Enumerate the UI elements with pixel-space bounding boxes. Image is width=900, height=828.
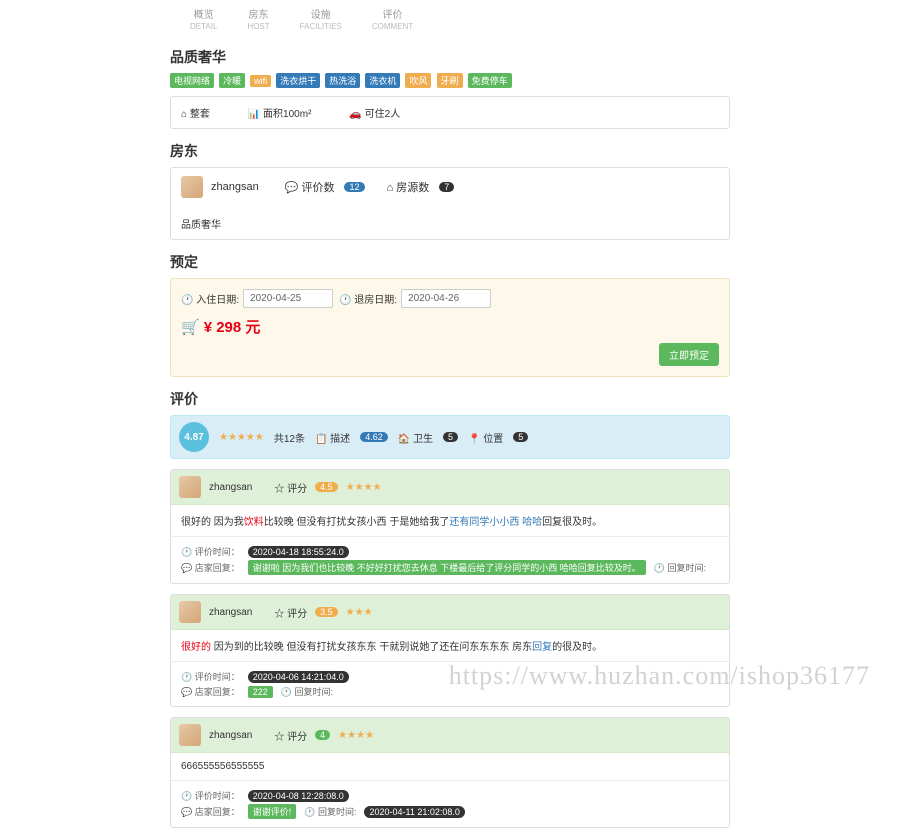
nav-tabs: 概览DETAIL 房东HOST 设施FACILITIES 评价COMMENT [170,0,730,35]
avatar [179,476,201,498]
host-reply: 222 [248,686,273,698]
score-label: ☆ 评分 [274,728,307,743]
review-time: 2020-04-06 14:21:04.0 [248,671,349,683]
review-time: 2020-04-08 12:28:08.0 [248,790,349,802]
amenity-tags: 电视网络 冷暖 wifi 洗衣烘干 热洗浴 洗衣机 吹风 牙刷 免费停车 [170,73,730,88]
reviewer-name: zhangsan [209,607,252,618]
review-time-label: 🕐 评价时间： [181,670,240,683]
host-reply-label: 💬 店家回复： [181,561,240,574]
tab-host[interactable]: 房东HOST [247,6,269,31]
checkout-input[interactable] [401,289,491,308]
review-score: 4 [315,730,330,740]
tab-detail[interactable]: 概览DETAIL [190,6,217,31]
info-area: 📊 面积100m² [248,105,312,120]
score-label: ☆ 评分 [274,605,307,620]
info-type: ⌂ 整套 [181,105,210,120]
hygiene-label: 🏠 卫生 [398,430,433,445]
landlord-heading: 房东 [170,141,730,161]
host-reply-label: 💬 店家回复： [181,805,240,818]
tab-facilities[interactable]: 设施FACILITIES [300,6,342,31]
host-reply: 谢谢评价! [248,804,297,819]
reply-time: 2020-04-11 21:02:08.0 [364,806,464,818]
review-item: zhangsan ☆ 评分 4 ★★★★ 666555556555555 🕐 评… [170,717,730,828]
review-time-label: 🕐 评价时间： [181,789,240,802]
info-panel: ⌂ 整套 📊 面积100m² 🚗 可住2人 [170,96,730,129]
landlord-name: zhangsan [211,181,259,193]
tag: 吹风 [405,73,431,88]
review-time-label: 🕐 评价时间： [181,545,240,558]
review-time: 2020-04-18 18:55:24.0 [248,546,349,558]
house-count-badge: 7 [439,182,454,192]
tag: 电视网络 [170,73,214,88]
reviewer-name: zhangsan [209,730,252,741]
reply-time-label: 🕐 回复时间: [281,685,333,698]
book-now-button[interactable]: 立即预定 [659,343,719,366]
booking-heading: 预定 [170,252,730,272]
avatar [179,724,201,746]
desc-label: 📋 描述 [315,430,350,445]
ratings-heading: 评价 [170,389,730,409]
review-count-badge: 12 [344,182,364,192]
score-label: ☆ 评分 [274,480,307,495]
tag: 冷暖 [219,73,245,88]
tab-comment[interactable]: 评价COMMENT [372,6,413,31]
reviewer-name: zhangsan [209,482,252,493]
stars-icon: ★★★★ [338,730,374,741]
hygiene-score: 5 [443,432,458,442]
stars-icon: ★★★★★ [219,432,264,443]
review-score: 3.5 [315,607,338,617]
avatar [181,176,203,198]
host-reply: 谢谢啦 因为我们也比较晚 不好好打扰您去休息 下楼最后给了评分同学的小西 哈哈回… [248,560,646,575]
house-count-label: ⌂ 房源数 [387,179,430,195]
avatar [179,601,201,623]
booking-panel: 🕐 入住日期: 🕐 退房日期: 🛒 ¥ 298 元 立即预定 [170,278,730,377]
review-count-label: 💬 评价数 [285,179,335,195]
checkin-input[interactable] [243,289,333,308]
landlord-panel: zhangsan 💬 评价数 12 ⌂ 房源数 7 品质奢华 [170,167,730,240]
review-score: 4.5 [315,482,338,492]
review-item: zhangsan ☆ 评分 4.5 ★★★★ 很好的 因为我饮料比较晚 但没有打… [170,469,730,584]
total-reviews: 共12条 [274,430,305,445]
stars-icon: ★★★★ [346,482,382,493]
review-body: 很好的 因为我饮料比较晚 但没有打扰女孩小西 于是她给我了还有同学小小西 哈哈回… [171,505,729,536]
reply-time-label: 🕐 回复时间: [654,561,706,574]
stars-icon: ★★★ [346,607,373,618]
location-label: 📍 位置 [468,430,503,445]
checkout-label: 🕐 退房日期: [339,291,397,306]
page-title: 品质奢华 [170,47,730,67]
tag: 洗衣机 [365,73,400,88]
tag: 热洗浴 [325,73,360,88]
tag: wifi [250,75,271,87]
desc-score: 4.62 [360,432,388,442]
checkin-label: 🕐 入住日期: [181,291,239,306]
ratings-summary: 4.87 ★★★★★ 共12条 📋 描述 4.62 🏠 卫生 5 📍 位置 5 [170,415,730,459]
tag: 洗衣烘干 [276,73,320,88]
review-body: 很好的 因为到的比较晚 但没有打扰女孩东东 干就别说她了还在问东东东东 房东回复… [171,630,729,661]
tag: 免费停车 [468,73,512,88]
tag: 牙刷 [437,73,463,88]
cart-icon: 🛒 [181,318,200,336]
review-body: 666555556555555 [171,753,729,780]
review-item: zhangsan ☆ 评分 3.5 ★★★ 很好的 因为到的比较晚 但没有打扰女… [170,594,730,707]
info-capacity: 🚗 可住2人 [349,105,400,120]
location-score: 5 [513,432,528,442]
host-reply-label: 💬 店家回复： [181,685,240,698]
reply-time-label: 🕐 回复时间: [304,805,356,818]
landlord-desc: 品质奢华 [181,216,719,231]
score-circle: 4.87 [179,422,209,452]
price: 🛒 ¥ 298 元 [181,316,260,337]
